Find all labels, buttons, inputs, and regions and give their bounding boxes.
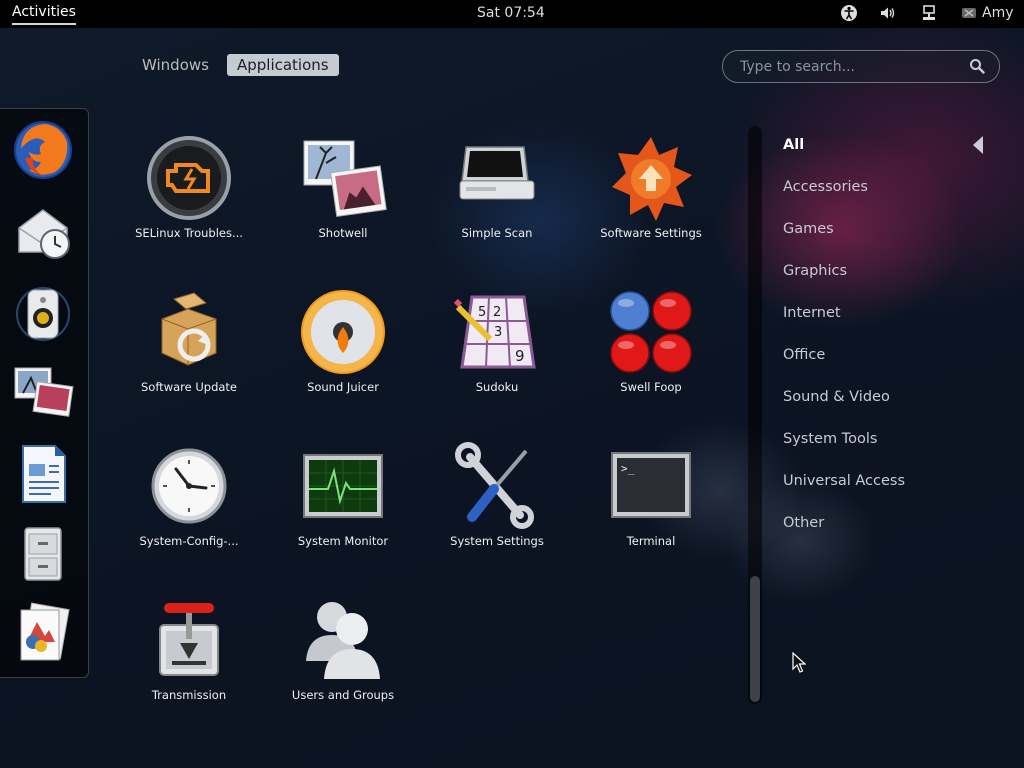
user-icon: [962, 8, 976, 18]
sudoku-digit: 5: [478, 305, 486, 320]
app-users-and-groups[interactable]: Users and Groups: [268, 590, 418, 730]
top-bar: Activities Sat 07:54 Amy: [0, 0, 1024, 28]
app-label: Terminal: [626, 534, 676, 548]
clock-icon: [141, 438, 237, 534]
app-software-update[interactable]: Software Update: [114, 282, 264, 422]
rhythmbox-icon[interactable]: [10, 281, 76, 347]
app-label: Shotwell: [318, 226, 368, 240]
terminal-prompt: >_: [621, 462, 635, 475]
dash: [0, 108, 89, 678]
app-software-settings[interactable]: Software Settings: [576, 128, 726, 268]
app-label: Sound Juicer: [307, 380, 379, 394]
file-manager-icon[interactable]: [10, 521, 76, 587]
document-viewer-icon[interactable]: [10, 599, 76, 665]
app-transmission[interactable]: Transmission: [114, 590, 264, 730]
app-label: Simple Scan: [461, 226, 533, 240]
system-settings-icon: [449, 438, 545, 534]
volume-icon[interactable]: [879, 4, 897, 22]
user-name: Amy: [982, 5, 1014, 21]
clock[interactable]: Sat 07:54: [477, 5, 545, 21]
software-update-icon: [141, 284, 237, 380]
app-system-settings[interactable]: System Settings: [422, 436, 572, 576]
libreoffice-writer-icon[interactable]: [10, 441, 76, 507]
category-accessories[interactable]: Accessories: [783, 177, 1003, 219]
app-shotwell[interactable]: Shotwell: [268, 128, 418, 268]
mouse-cursor-icon: [792, 652, 806, 673]
app-swell-foop[interactable]: Swell Foop: [576, 282, 726, 422]
app-grid-scrollbar[interactable]: [748, 126, 762, 704]
category-sound-video[interactable]: Sound & Video: [783, 387, 1003, 429]
scanner-icon: [449, 130, 545, 226]
system-monitor-icon: [295, 438, 391, 534]
app-label: Transmission: [151, 688, 227, 702]
shotwell-icon[interactable]: [10, 359, 76, 425]
category-office[interactable]: Office: [783, 345, 1003, 387]
app-simple-scan[interactable]: Simple Scan: [422, 128, 572, 268]
app-label: System Monitor: [297, 534, 389, 548]
category-graphics[interactable]: Graphics: [783, 261, 1003, 303]
category-system-tools[interactable]: System Tools: [783, 429, 1003, 471]
app-sound-juicer[interactable]: Sound Juicer: [268, 282, 418, 422]
category-all[interactable]: All: [783, 135, 1003, 177]
software-settings-icon: [603, 130, 699, 226]
category-games[interactable]: Games: [783, 219, 1003, 261]
selinux-troubleshooter-icon: [141, 130, 237, 226]
category-other[interactable]: Other: [783, 513, 1003, 555]
windows-tab[interactable]: Windows: [132, 54, 219, 76]
accessibility-icon[interactable]: [840, 4, 858, 22]
category-universal-access[interactable]: Universal Access: [783, 471, 1003, 513]
app-system-config[interactable]: System-Config-...: [114, 436, 264, 576]
network-icon[interactable]: [920, 4, 938, 22]
app-terminal[interactable]: >_ Terminal: [576, 436, 726, 576]
app-label: Users and Groups: [291, 688, 395, 702]
view-selector: Windows Applications: [132, 54, 339, 76]
sound-juicer-icon: [295, 284, 391, 380]
search-icon[interactable]: [969, 58, 985, 74]
scrollbar-thumb[interactable]: [750, 576, 760, 702]
sudoku-digit: 2: [493, 305, 501, 320]
app-sudoku[interactable]: 5 2 3 9 Sudoku: [422, 282, 572, 422]
category-list: All Accessories Games Graphics Internet …: [783, 135, 1003, 555]
app-label: Software Settings: [600, 226, 702, 240]
app-label: System Settings: [450, 534, 544, 548]
app-label: System-Config-...: [139, 534, 239, 548]
transmission-icon: [141, 592, 237, 688]
selected-category-arrow-icon: [973, 136, 983, 154]
shotwell-icon: [295, 130, 391, 226]
app-label: Software Update: [141, 380, 237, 394]
app-label: Swell Foop: [620, 380, 682, 394]
sudoku-digit: 3: [494, 325, 502, 340]
users-groups-icon: [295, 592, 391, 688]
activities-button[interactable]: Activities: [12, 4, 76, 25]
evolution-icon[interactable]: [10, 197, 76, 263]
sudoku-icon: 5 2 3 9: [449, 284, 545, 380]
terminal-icon: >_: [603, 438, 699, 534]
search-box[interactable]: [722, 50, 1000, 83]
user-menu[interactable]: Amy: [962, 5, 1014, 21]
app-selinux-troubleshooter[interactable]: SELinux Troubles...: [114, 128, 264, 268]
app-system-monitor[interactable]: System Monitor: [268, 436, 418, 576]
swell-foop-icon: [603, 284, 699, 380]
applications-tab[interactable]: Applications: [226, 54, 339, 76]
category-internet[interactable]: Internet: [783, 303, 1003, 345]
firefox-icon[interactable]: [10, 117, 76, 183]
app-label: Sudoku: [475, 380, 519, 394]
search-input[interactable]: [738, 57, 962, 76]
app-label: SELinux Troubles...: [135, 226, 243, 240]
sudoku-digit: 9: [515, 347, 525, 365]
